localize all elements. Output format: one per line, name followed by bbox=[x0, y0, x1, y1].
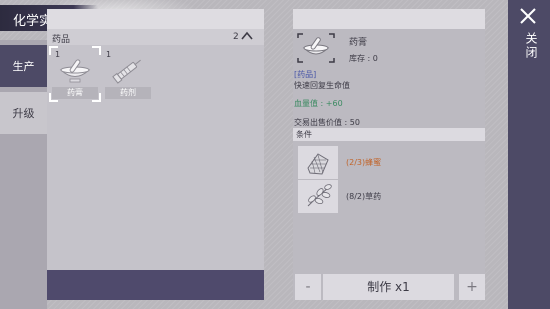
selection-corner bbox=[49, 93, 58, 102]
category-header[interactable]: 药品 2 bbox=[47, 29, 264, 45]
condition-icon-box[interactable] bbox=[298, 146, 338, 179]
detail-top-bar bbox=[293, 9, 485, 29]
condition-text: (8/2)草药 bbox=[346, 192, 382, 201]
close-label[interactable]: 关闭 bbox=[516, 32, 540, 72]
detail-type: [药品] bbox=[294, 70, 317, 79]
list-footer bbox=[47, 270, 264, 300]
conditions-header: 条件 bbox=[293, 128, 485, 141]
craft-button[interactable]: 制作 x1 bbox=[323, 274, 454, 300]
detail-stat: 血量值 : +60 bbox=[294, 99, 343, 108]
category-label: 药品 bbox=[52, 35, 71, 45]
item-label: 药剂 bbox=[105, 87, 151, 99]
increase-quantity-button[interactable]: + bbox=[459, 274, 485, 300]
item-ointment[interactable]: 1 药膏 bbox=[49, 46, 101, 102]
tab-production-label: 生产 bbox=[12, 60, 35, 73]
tab-production[interactable]: 生产 bbox=[0, 45, 47, 87]
tab-upgrade[interactable]: 升级 bbox=[0, 92, 47, 134]
honeycomb-icon bbox=[307, 153, 329, 175]
conditions-label: 条件 bbox=[296, 130, 312, 139]
selection-corner bbox=[92, 46, 101, 55]
category-count: 2 bbox=[233, 32, 239, 42]
item-injection[interactable]: 1 药剂 bbox=[105, 49, 151, 99]
decrease-quantity-button[interactable]: - bbox=[295, 274, 321, 300]
condition-text: (2/3)蜂蜜 bbox=[346, 158, 382, 167]
selection-corner bbox=[92, 93, 101, 102]
condition-icon-box[interactable] bbox=[298, 180, 338, 213]
mortar-pestle-icon bbox=[59, 59, 91, 83]
detail-stock: 库存 : 0 bbox=[349, 54, 378, 63]
herb-icon bbox=[307, 184, 332, 207]
selection-corner bbox=[49, 46, 58, 55]
list-top-bar bbox=[47, 9, 264, 29]
syringe-icon bbox=[112, 59, 141, 84]
chevron-up-icon[interactable] bbox=[240, 30, 254, 42]
detail-item-name: 药膏 bbox=[349, 38, 368, 48]
detail-sell-price: 交易出售价值 : 50 bbox=[294, 118, 360, 127]
tab-upgrade-label: 升级 bbox=[12, 107, 35, 120]
mortar-pestle-icon bbox=[297, 33, 335, 63]
close-icon[interactable] bbox=[519, 7, 537, 25]
detail-description: 快速回复生命值 bbox=[294, 81, 350, 90]
